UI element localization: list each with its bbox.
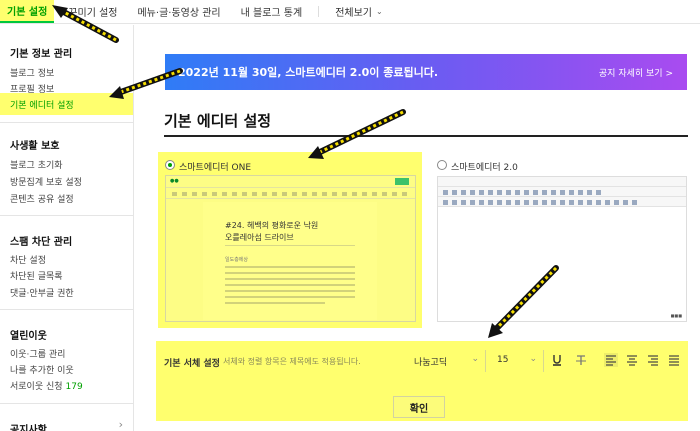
sidebar-item-label: 서로이웃 신청: [10, 382, 63, 392]
tab-basic-settings[interactable]: 기본 설정: [0, 0, 55, 23]
chevron-down-icon: ⌄: [376, 7, 383, 16]
preview-title: 오를레아섬 드라이브: [225, 233, 294, 242]
confirm-button[interactable]: 확인: [393, 396, 445, 418]
preview-text-line: [225, 290, 355, 292]
preview-text-line: [225, 296, 355, 298]
preview-document: #24. 헤백의 평화로운 낙원 오를레아섬 드라이브 일도층에상: [203, 202, 377, 320]
option-label: 스마트에디터 ONE: [179, 163, 252, 173]
tab-content-management[interactable]: 메뉴·글·동영상 관리: [129, 0, 228, 23]
sidebar-divider: [0, 122, 133, 123]
preview-toolbar: [166, 189, 415, 199]
chevron-down-icon: ⌄: [529, 354, 537, 364]
tab-view-all[interactable]: 전체보기 ⌄: [327, 0, 391, 23]
tab-decorate-settings[interactable]: 꾸미기 설정: [60, 0, 125, 23]
preview-toolbar: [438, 197, 686, 207]
sidebar-item-visit-protect[interactable]: 방문집계 보호 설정: [10, 175, 82, 188]
radio-smarteditor-2[interactable]: [437, 160, 447, 170]
preview-text-line: [225, 302, 325, 304]
sidebar-item-profile-info[interactable]: 프로필 정보: [10, 82, 54, 95]
smarteditor-one-preview[interactable]: ●● #24. 헤백의 평화로운 낙원 오를레아섬 드라이브 일도층에상: [165, 175, 416, 322]
sidebar-item-mutual-requests[interactable]: 서로이웃 신청 179: [10, 379, 83, 392]
request-count: 179: [65, 382, 83, 392]
notice-banner: 2022년 11월 30일, 스마트에디터 2.0이 종료됩니다. 공지 자세히…: [165, 54, 687, 90]
sidebar-group-title: 스팸 차단 관리: [10, 237, 73, 248]
preview-divider: [225, 245, 355, 246]
blog-settings-page: 기본 설정 꾸미기 설정 메뉴·글·동영상 관리 내 블로그 통계 전체보기 ⌄…: [0, 0, 700, 431]
font-settings-label: 기본 서체 설정: [164, 359, 220, 369]
sidebar: 기본 정보 관리 블로그 정보 프로필 정보 기본 에디터 설정 사생활 보호 …: [0, 25, 134, 431]
sidebar-group-title: 기본 정보 관리: [10, 49, 73, 60]
tab-blog-statistics[interactable]: 내 블로그 통계: [233, 0, 311, 23]
preview-header: ●●: [166, 176, 415, 188]
top-navigation: 기본 설정 꾸미기 설정 메뉴·글·동영상 관리 내 블로그 통계 전체보기 ⌄: [0, 0, 700, 24]
sidebar-item-default-editor[interactable]: 기본 에디터 설정: [10, 98, 74, 111]
underline-icon[interactable]: [550, 353, 564, 367]
sidebar-item-blocked-posts[interactable]: 차단된 글목록: [10, 269, 63, 282]
preview-footer: ■■■: [670, 313, 682, 318]
sidebar-divider: [0, 403, 133, 404]
chevron-right-icon: ›: [118, 418, 123, 431]
sidebar-item-blog-info[interactable]: 블로그 정보: [10, 66, 54, 79]
banner-message: 2022년 11월 30일, 스마트에디터 2.0이 종료됩니다.: [178, 66, 439, 79]
font-settings-panel: 기본 서체 설정 서체와 정렬 항목은 제목에도 적용됩니다. 나눔고딕 ⌄ 1…: [156, 341, 688, 421]
tab-view-all-label: 전체보기: [335, 8, 372, 19]
sidebar-item-content-share[interactable]: 콘텐츠 공유 설정: [10, 192, 74, 205]
preview-text-line: [225, 278, 355, 280]
align-left-icon[interactable]: [604, 353, 618, 367]
title-divider: [164, 135, 688, 137]
logo-icon: ●●: [170, 178, 179, 184]
sidebar-divider: [0, 215, 133, 216]
chevron-down-icon: ⌄: [471, 354, 479, 364]
font-settings-description: 서체와 정렬 항목은 제목에도 적용됩니다.: [223, 357, 361, 366]
sidebar-divider: [0, 309, 133, 310]
font-family-select[interactable]: 나눔고딕 ⌄: [406, 350, 486, 372]
radio-smarteditor-one[interactable]: [165, 160, 175, 170]
preview-text-line: [225, 284, 355, 286]
font-size-select[interactable]: 15 ⌄: [489, 350, 544, 372]
sidebar-item-added-me[interactable]: 나를 추가한 이웃: [10, 363, 74, 376]
preview-subtitle: 일도층에상: [225, 257, 249, 263]
page-title: 기본 에디터 설정: [164, 112, 272, 130]
smarteditor-2-preview[interactable]: ■■■: [437, 176, 687, 322]
sidebar-item-comment-permission[interactable]: 댓글·안부글 권한: [10, 286, 74, 299]
notice-detail-link[interactable]: 공지 자세히 보기 >: [599, 66, 673, 79]
preview-title: #24. 헤백의 평화로운 낙원: [225, 221, 319, 230]
sidebar-group-title: 열린이웃: [10, 331, 47, 342]
option-label: 스마트에디터 2.0: [451, 163, 518, 173]
sidebar-group-title: 사생활 보호: [10, 141, 60, 152]
align-right-icon[interactable]: [646, 353, 660, 367]
nav-divider: [318, 6, 320, 17]
align-justify-icon[interactable]: [667, 353, 681, 367]
font-family-value: 나눔고딕: [414, 358, 448, 368]
align-center-icon[interactable]: [625, 353, 639, 367]
sidebar-item-neighbor-groups[interactable]: 이웃·그룹 관리: [10, 347, 65, 360]
sidebar-item-block-settings[interactable]: 차단 설정: [10, 253, 46, 266]
preview-toolbar: [438, 187, 686, 197]
preview-text-line: [225, 266, 355, 268]
strikethrough-icon[interactable]: [574, 353, 588, 367]
sidebar-item-notices[interactable]: 공지사항: [10, 421, 47, 431]
publish-button-preview: [395, 178, 409, 185]
font-size-value: 15: [497, 355, 509, 365]
preview-text-line: [225, 272, 355, 274]
preview-title-bar: [438, 177, 686, 187]
sidebar-item-blog-reset[interactable]: 블로그 초기화: [10, 158, 63, 171]
